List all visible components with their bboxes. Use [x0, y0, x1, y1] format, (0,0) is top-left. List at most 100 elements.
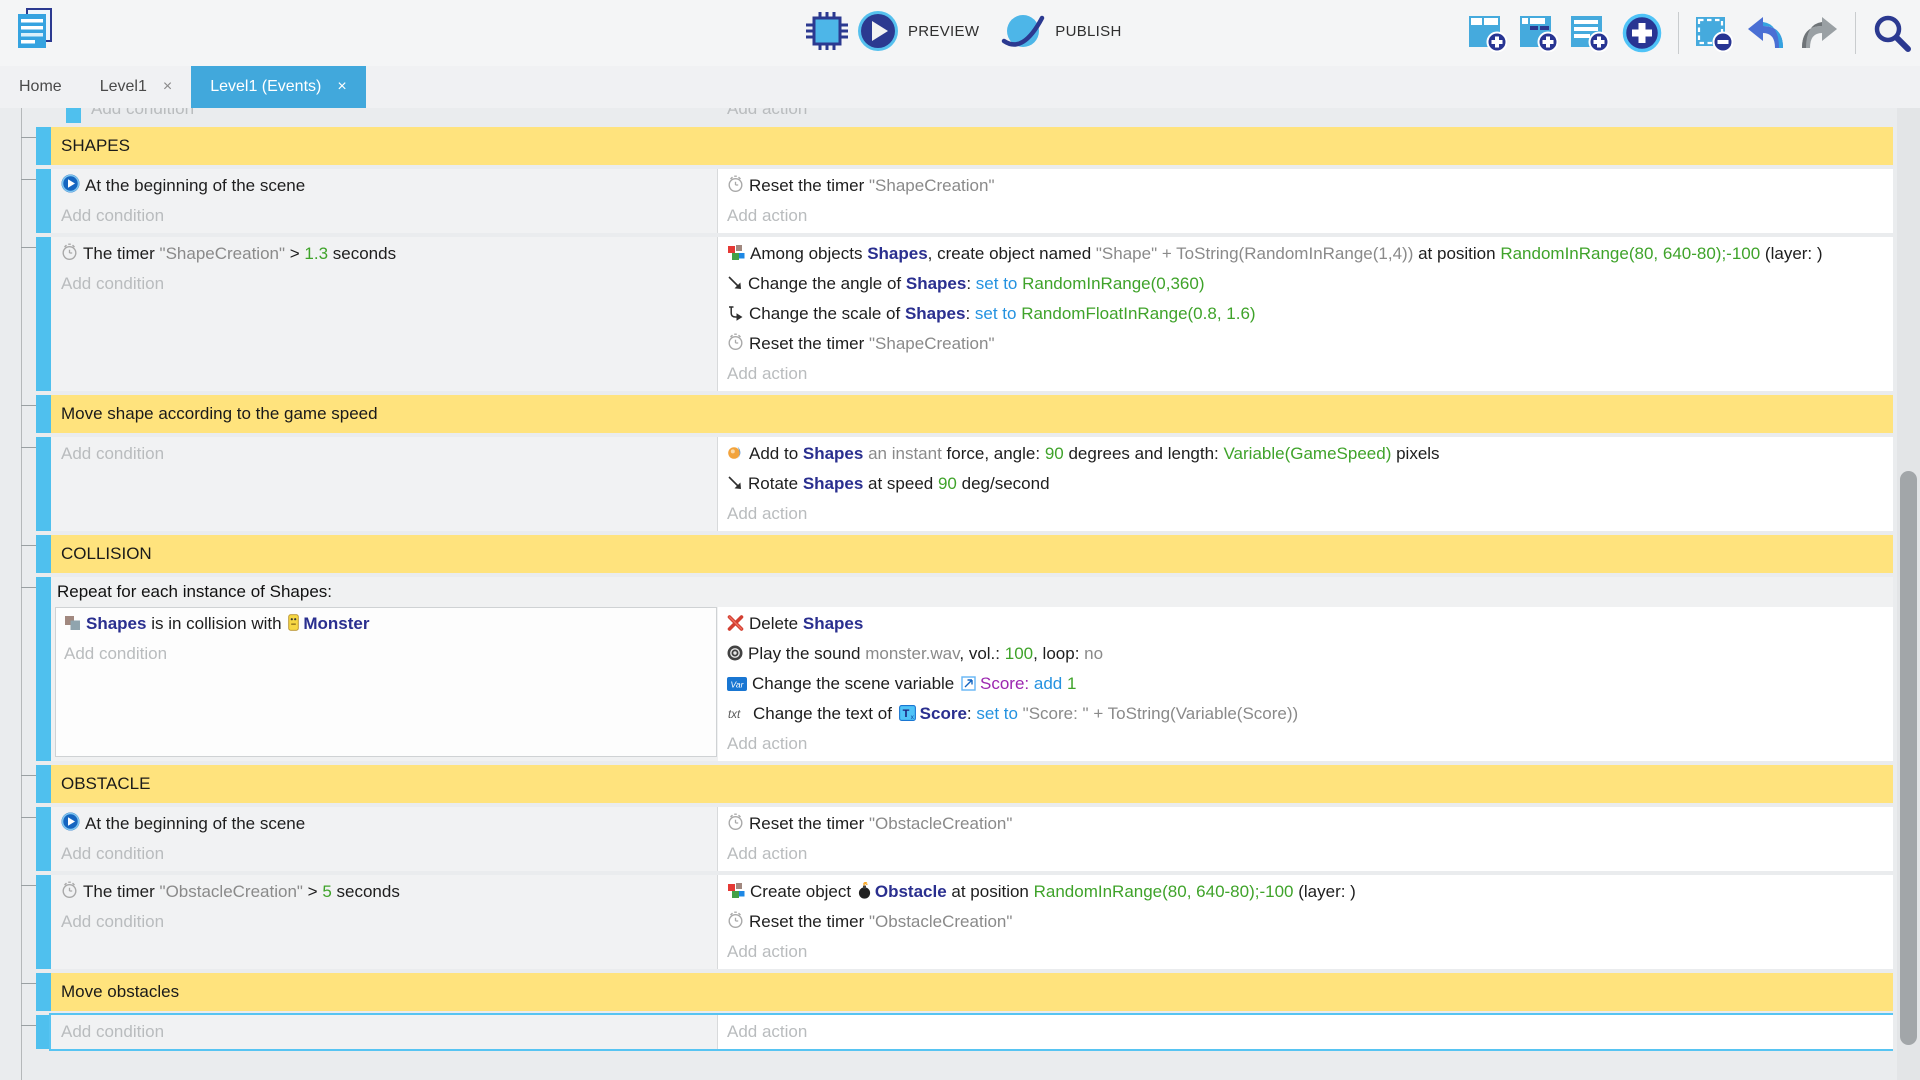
comment-text[interactable]: SHAPES [51, 127, 1893, 165]
add-action-button[interactable]: Add action [727, 201, 1883, 231]
text-segment: RandomFloatInRange(0.8, 1.6) [1021, 304, 1255, 323]
action-line[interactable]: Reset the timer "ObstacleCreation" [727, 907, 1883, 937]
event-row[interactable]: Add condition Add action [36, 1015, 1893, 1049]
redo-icon[interactable] [1799, 16, 1839, 50]
action-line[interactable]: VarChange the scene variable Score: add … [727, 669, 1883, 699]
text-segment: Reset the timer [749, 814, 869, 833]
tab-level1[interactable]: Level1× [81, 66, 192, 108]
add-condition-button[interactable]: Add condition [61, 839, 711, 869]
add-condition-button[interactable]: Add condition [61, 201, 711, 231]
close-icon[interactable]: × [163, 78, 172, 96]
comment-text[interactable]: COLLISION [51, 535, 1893, 573]
add-action-button[interactable]: Add action [727, 108, 1883, 123]
action-line[interactable]: Rotate Shapes at speed 90 deg/second [727, 469, 1883, 499]
event-selection-marker[interactable] [36, 437, 51, 531]
action-line[interactable]: Reset the timer "ShapeCreation" [727, 329, 1883, 359]
add-event-icon[interactable] [1469, 14, 1507, 52]
event-selection-marker[interactable] [36, 127, 51, 165]
comment-row[interactable]: OBSTACLE [36, 765, 1893, 803]
placeholder-label: Add condition [61, 844, 164, 863]
text-segment: Change the angle of [748, 274, 906, 293]
event-selection-marker[interactable] [36, 535, 51, 573]
toolbar-center-group: PREVIEW PUBLISH [806, 10, 1122, 52]
publish-button[interactable]: PUBLISH [1055, 23, 1121, 40]
tab-level1-events[interactable]: Level1 (Events)× [191, 66, 366, 108]
event-selection-marker[interactable] [36, 765, 51, 803]
event-selection-marker[interactable] [36, 169, 51, 233]
event-row[interactable]: At the beginning of the sceneAdd conditi… [36, 169, 1893, 233]
add-comment-icon[interactable] [1571, 14, 1609, 52]
comment-text[interactable]: Move shape according to the game speed [51, 395, 1893, 433]
action-line[interactable]: Among objects Shapes, create object name… [727, 239, 1883, 269]
comment-row[interactable]: SHAPES [36, 127, 1893, 165]
add-action-button[interactable]: Add action [727, 1017, 1883, 1047]
event-selection-marker[interactable] [36, 875, 51, 969]
action-line[interactable]: txtChange the text of TxScore: set to "S… [727, 699, 1883, 729]
project-manager-icon[interactable] [14, 6, 58, 52]
scrollbar-thumb[interactable] [1900, 471, 1917, 1045]
event-selection-marker[interactable] [66, 108, 81, 123]
action-line[interactable]: Reset the timer "ObstacleCreation" [727, 809, 1883, 839]
toolbar: PREVIEW PUBLISH [0, 0, 1920, 66]
close-icon[interactable]: × [337, 78, 346, 96]
text-segment: : [966, 274, 975, 293]
event-row[interactable]: The timer "ShapeCreation" > 1.3 secondsA… [36, 237, 1893, 391]
text-segment: Change the text of [753, 704, 897, 723]
preview-play-icon[interactable] [857, 10, 899, 52]
event-selection-marker[interactable] [36, 237, 51, 391]
action-line[interactable]: Change the scale of Shapes: set to Rando… [727, 299, 1883, 329]
condition-line[interactable]: The timer "ObstacleCreation" > 5 seconds [61, 877, 711, 907]
foreach-header[interactable]: Repeat for each instance of Shapes: [51, 577, 1893, 607]
add-condition-button[interactable]: Add condition [91, 108, 711, 123]
foreach-event-row[interactable]: Repeat for each instance of Shapes:Shape… [36, 577, 1893, 761]
comment-text[interactable]: Move obstacles [51, 973, 1893, 1011]
action-line[interactable]: Create object Obstacle at position Rando… [727, 877, 1883, 907]
condition-line[interactable]: The timer "ShapeCreation" > 1.3 seconds [61, 239, 711, 269]
add-action-button[interactable]: Add action [727, 499, 1883, 529]
debugger-icon[interactable] [806, 12, 848, 50]
add-circle-icon[interactable] [1622, 13, 1662, 53]
add-action-button[interactable]: Add action [727, 937, 1883, 967]
add-condition-button[interactable]: Add condition [61, 907, 711, 937]
comment-text[interactable]: OBSTACLE [51, 765, 1893, 803]
comment-row[interactable]: COLLISION [36, 535, 1893, 573]
search-icon[interactable] [1872, 13, 1912, 53]
event-selection-marker[interactable] [36, 577, 51, 761]
event-row[interactable]: At the beginning of the scene Add conditi… [36, 807, 1893, 871]
event-row[interactable]: The timer "ObstacleCreation" > 5 seconds… [36, 875, 1893, 969]
delete-selection-icon[interactable] [1695, 14, 1733, 52]
add-condition-button[interactable]: Add condition [61, 1017, 711, 1047]
conditions-column: Add condition [51, 1015, 718, 1049]
action-line[interactable]: Add to Shapes an instant force, angle: 9… [727, 439, 1883, 469]
add-condition-button[interactable]: Add condition [61, 439, 711, 469]
action-line[interactable]: Play the sound monster.wav, vol.: 100, l… [727, 639, 1883, 669]
event-row[interactable]: Add condition Add to Shapes an instant fo… [36, 437, 1893, 531]
action-line[interactable]: Delete Shapes [727, 609, 1883, 639]
add-subevent-icon[interactable] [1520, 14, 1558, 52]
tab-bar: HomeLevel1×Level1 (Events)× [0, 66, 1920, 108]
tab-home[interactable]: Home [0, 66, 81, 108]
text-segment: 1 [1062, 674, 1076, 693]
add-action-button[interactable]: Add action [727, 839, 1883, 869]
add-action-button[interactable]: Add action [727, 729, 1883, 759]
comment-row[interactable]: Move shape according to the game speed [36, 395, 1893, 433]
action-line[interactable]: Change the angle of Shapes: set to Rando… [727, 269, 1883, 299]
action-line[interactable]: Reset the timer "ShapeCreation" [727, 171, 1883, 201]
event-selection-marker[interactable] [36, 973, 51, 1011]
condition-line[interactable]: Shapes is in collision with Monster [64, 609, 710, 639]
event-row[interactable]: Add condition Add action [66, 108, 1893, 123]
event-selection-marker[interactable] [36, 807, 51, 871]
condition-line[interactable]: At the beginning of the scene [61, 809, 711, 839]
add-condition-button[interactable]: Add condition [61, 269, 711, 299]
add-condition-button[interactable]: Add condition [64, 639, 710, 669]
condition-line[interactable]: At the beginning of the scene [61, 171, 711, 201]
publish-globe-icon[interactable] [1000, 10, 1046, 52]
undo-icon[interactable] [1746, 16, 1786, 50]
preview-button[interactable]: PREVIEW [908, 23, 979, 40]
event-selection-marker[interactable] [36, 1015, 51, 1049]
vertical-scrollbar[interactable] [1897, 108, 1920, 1080]
comment-row[interactable]: Move obstacles [36, 973, 1893, 1011]
add-action-button[interactable]: Add action [727, 359, 1883, 389]
placeholder-label: Add action [727, 1022, 807, 1041]
event-selection-marker[interactable] [36, 395, 51, 433]
